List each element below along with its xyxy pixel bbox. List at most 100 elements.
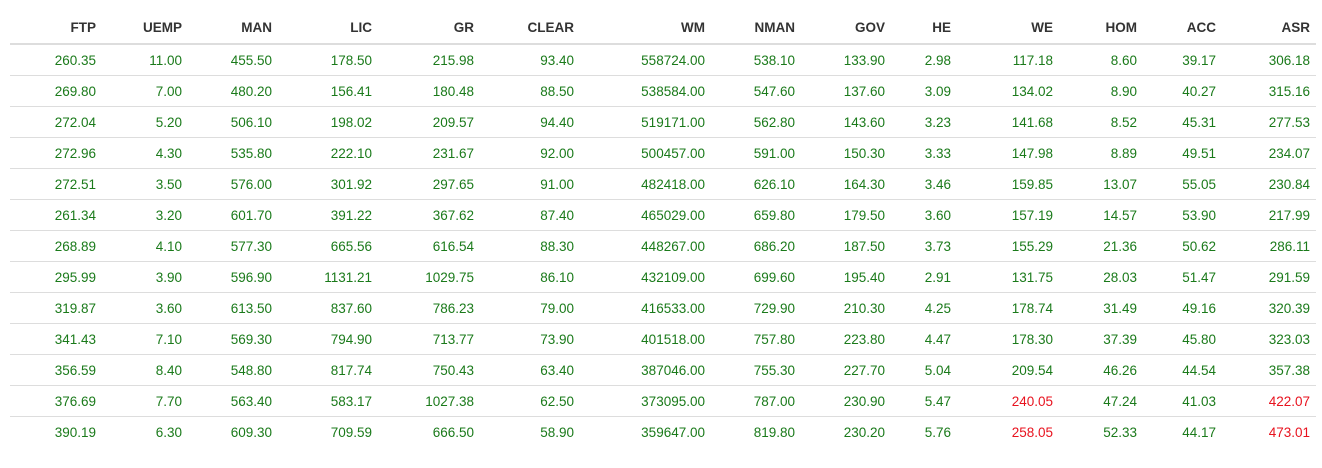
cell-wm: 401518.00 bbox=[580, 323, 711, 355]
cell-uemp: 3.60 bbox=[102, 292, 188, 324]
cell-lic: 817.74 bbox=[278, 354, 378, 386]
cell-man: 601.70 bbox=[188, 199, 278, 231]
cell-ftp: 261.34 bbox=[10, 199, 102, 231]
cell-he: 4.25 bbox=[891, 292, 957, 324]
cell-man: 596.90 bbox=[188, 261, 278, 293]
table-body: 260.35 11.00 455.50 178.50 215.98 93.40 558724… bbox=[10, 44, 1316, 447]
table-row: 268.89 4.10 577.30 665.56 616.54 88.30 448267.… bbox=[10, 230, 1316, 262]
cell-gr: 1029.75 bbox=[378, 261, 480, 293]
cell-he: 3.73 bbox=[891, 230, 957, 262]
cell-asr: 320.39 bbox=[1222, 292, 1316, 324]
cell-wm: 359647.00 bbox=[580, 416, 711, 447]
cell-nman: 538.10 bbox=[753, 52, 795, 68]
column-header-nman: NMAN bbox=[711, 11, 801, 45]
cell-asr: 217.99 bbox=[1222, 199, 1316, 231]
cell-nman: 819.80 bbox=[711, 416, 801, 447]
cell-man: 563.40 bbox=[188, 385, 278, 417]
cell-nman: 659.80 bbox=[711, 199, 801, 231]
cell-acc: 45.31 bbox=[1143, 106, 1222, 138]
cell-acc: 49.51 bbox=[1143, 137, 1222, 169]
cell-acc: 49.16 bbox=[1143, 292, 1222, 324]
cell-gr: 616.54 bbox=[378, 230, 480, 262]
cell-man: 480.20 bbox=[188, 75, 278, 107]
cell-asr: 473.01 bbox=[1222, 416, 1316, 447]
column-header-clear: CLEAR bbox=[480, 11, 580, 45]
cell-nman: 729.90 bbox=[711, 292, 801, 324]
cell-hom: 52.33 bbox=[1059, 416, 1143, 447]
cell-wm: 500457.00 bbox=[580, 137, 711, 169]
cell-clear: 88.50 bbox=[480, 75, 580, 107]
cell-hom: 37.39 bbox=[1059, 323, 1143, 355]
cell-ftp: 268.89 bbox=[10, 230, 102, 262]
cell-we: 159.85 bbox=[957, 168, 1059, 200]
cell-acc: 50.62 bbox=[1143, 230, 1222, 262]
cell-we: 134.02 bbox=[957, 75, 1059, 107]
cell-lic: 1131.21 bbox=[278, 261, 378, 293]
cell-we: 209.54 bbox=[957, 354, 1059, 386]
cell-gov: 143.60 bbox=[801, 106, 891, 138]
cell-nman: 562.80 bbox=[711, 106, 801, 138]
cell-asr: 286.11 bbox=[1222, 230, 1316, 262]
cell-man: 506.10 bbox=[188, 106, 278, 138]
cell-asr: 315.16 bbox=[1222, 75, 1316, 107]
cell-he: 3.09 bbox=[891, 75, 957, 107]
cell-wm: 448267.00 bbox=[580, 230, 711, 262]
cell-hom: 28.03 bbox=[1059, 261, 1143, 293]
cell-he: 3.23 bbox=[891, 106, 957, 138]
column-header-he: HE bbox=[891, 11, 957, 45]
table-row: 272.04 5.20 506.10 198.02 209.57 94.40 519171.… bbox=[10, 106, 1316, 138]
table-row: 319.87 3.60 613.50 837.60 786.23 79.00 416533.… bbox=[10, 292, 1316, 324]
cell-nman: 686.20 bbox=[711, 230, 801, 262]
cell-he: 2.91 bbox=[891, 261, 957, 293]
cell-acc: 40.27 bbox=[1143, 75, 1222, 107]
cell-wm: 558724.00 bbox=[641, 52, 705, 68]
cell-we: 240.05 bbox=[957, 385, 1059, 417]
cell-nman: 757.80 bbox=[711, 323, 801, 355]
table-row: 272.51 3.50 576.00 301.92 297.65 91.00 482418.… bbox=[10, 168, 1316, 200]
cell-acc: 44.17 bbox=[1143, 416, 1222, 447]
cell-clear: 93.40 bbox=[540, 52, 574, 68]
column-header-wm: WM bbox=[580, 11, 711, 45]
column-header-gov: GOV bbox=[801, 11, 891, 45]
cell-he: 3.46 bbox=[891, 168, 957, 200]
cell-clear: 91.00 bbox=[480, 168, 580, 200]
cell-nman: 699.60 bbox=[711, 261, 801, 293]
cell-ftp: 272.96 bbox=[10, 137, 102, 169]
cell-lic: 837.60 bbox=[278, 292, 378, 324]
column-header-we: WE bbox=[957, 11, 1059, 45]
cell-uemp: 3.50 bbox=[102, 168, 188, 200]
cell-gov: 210.30 bbox=[801, 292, 891, 324]
cell-he: 3.60 bbox=[891, 199, 957, 231]
cell-ftp: 376.69 bbox=[10, 385, 102, 417]
cell-gov: 179.50 bbox=[801, 199, 891, 231]
cell-clear: 87.40 bbox=[480, 199, 580, 231]
column-header-gr: GR bbox=[378, 11, 480, 45]
cell-clear: 58.90 bbox=[480, 416, 580, 447]
cell-hom: 14.57 bbox=[1059, 199, 1143, 231]
cell-asr: 277.53 bbox=[1222, 106, 1316, 138]
cell-acc: 45.80 bbox=[1143, 323, 1222, 355]
cell-we: 178.74 bbox=[957, 292, 1059, 324]
cell-man: 535.80 bbox=[188, 137, 278, 169]
cell-gov: 164.30 bbox=[801, 168, 891, 200]
cell-gov: 150.30 bbox=[801, 137, 891, 169]
cell-uemp: 7.00 bbox=[102, 75, 188, 107]
cell-he: 4.47 bbox=[891, 323, 957, 355]
cell-hom: 46.26 bbox=[1059, 354, 1143, 386]
cell-we: 178.30 bbox=[957, 323, 1059, 355]
cell-gov: 137.60 bbox=[801, 75, 891, 107]
cell-acc: 44.54 bbox=[1143, 354, 1222, 386]
cell-gov: 227.70 bbox=[801, 354, 891, 386]
cell-man: 455.50 bbox=[230, 52, 272, 68]
cell-hom: 21.36 bbox=[1059, 230, 1143, 262]
cell-wm: 538584.00 bbox=[580, 75, 711, 107]
cell-hom: 13.07 bbox=[1059, 168, 1143, 200]
cell-hom: 47.24 bbox=[1059, 385, 1143, 417]
cell-gov: 195.40 bbox=[801, 261, 891, 293]
cell-nman: 591.00 bbox=[711, 137, 801, 169]
cell-man: 569.30 bbox=[188, 323, 278, 355]
cell-gr: 180.48 bbox=[378, 75, 480, 107]
cell-we: 155.29 bbox=[957, 230, 1059, 262]
cell-ftp: 356.59 bbox=[10, 354, 102, 386]
cell-wm: 373095.00 bbox=[580, 385, 711, 417]
